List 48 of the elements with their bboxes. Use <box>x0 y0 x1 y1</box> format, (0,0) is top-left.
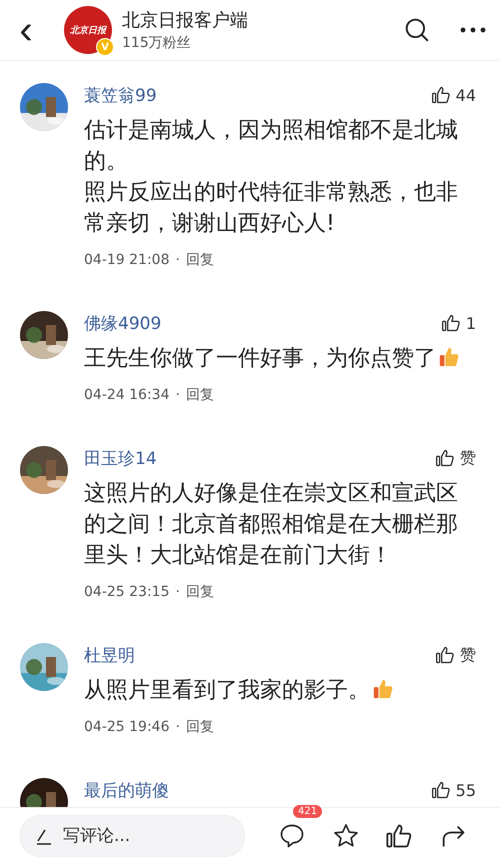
thumbs-up-icon <box>440 313 461 333</box>
comment-text: 照片反应出的时代特征非常熟悉，也非常亲切，谢谢山西好心人! <box>84 179 459 238</box>
verified-badge: V <box>96 38 114 56</box>
commenter-name[interactable]: 田玉珍14 <box>84 446 157 470</box>
reply-link[interactable]: 回复 <box>186 583 214 601</box>
like-button[interactable]: 44 <box>430 85 476 105</box>
comment-time: 04-24 16:34 <box>84 387 170 403</box>
thumbs-up-icon <box>435 448 455 468</box>
pen-icon <box>35 827 53 845</box>
separator-dot: · <box>175 719 180 735</box>
search-icon <box>404 17 430 43</box>
more-icon <box>460 27 486 33</box>
comments-button[interactable] <box>278 822 306 850</box>
reply-link[interactable]: 回复 <box>186 718 214 736</box>
follower-count: 115万粉丝 <box>122 34 192 52</box>
comment-text: 估计是南城人，因为照相馆都不是北城的。 <box>84 117 459 176</box>
comment-time: 04-19 21:08 <box>84 252 170 268</box>
like-button[interactable]: 赞 <box>435 448 476 468</box>
thumbs-up-icon <box>430 780 451 800</box>
more-button[interactable] <box>460 27 486 33</box>
separator-dot: · <box>175 252 180 268</box>
like-button[interactable]: 赞 <box>435 644 476 666</box>
comment-input[interactable]: 写评论... <box>61 825 205 847</box>
commenter-name[interactable]: 最后的萌傻 <box>84 778 169 802</box>
like-button[interactable]: 1 <box>440 313 476 333</box>
comment-text: 这照片的人好像是住在崇文区和宣武区的之间！北京首都照相馆是在大栅栏那里头！大北站馆是在前门大街！ <box>84 480 459 570</box>
comment-text: 从照片里看到了我家的影子。 <box>84 675 469 706</box>
account-title: 北京日报客户端 <box>122 9 249 32</box>
comment-time: 04-25 19:46 <box>84 719 170 735</box>
comment-count-badge: 421 <box>293 805 322 818</box>
thumbs-up-icon <box>385 822 414 850</box>
comment-time: 04-25 23:15 <box>84 584 170 600</box>
like-button[interactable]: 55 <box>430 780 476 800</box>
commenter-name[interactable]: 蓑笠翁99 <box>84 84 157 106</box>
commenter-name[interactable]: 杜昱明 <box>84 644 135 666</box>
speech-bubble-icon <box>278 822 306 850</box>
comment-text: 王先生你做了一件好事，为你点赞了 <box>84 343 469 374</box>
separator-dot: · <box>175 387 180 403</box>
thumbs-up-icon <box>430 85 451 105</box>
commenter-name[interactable]: 佛缘4909 <box>84 312 162 334</box>
reply-link[interactable]: 回复 <box>186 251 214 269</box>
comment-field[interactable]: 写评论... <box>20 815 245 857</box>
search-button[interactable] <box>404 17 430 43</box>
thumbs-up-icon <box>435 645 455 665</box>
like-article-button[interactable] <box>385 822 414 850</box>
back-button[interactable]: ‹ <box>16 8 36 52</box>
separator-dot: · <box>175 584 180 600</box>
reply-link[interactable]: 回复 <box>186 386 214 404</box>
